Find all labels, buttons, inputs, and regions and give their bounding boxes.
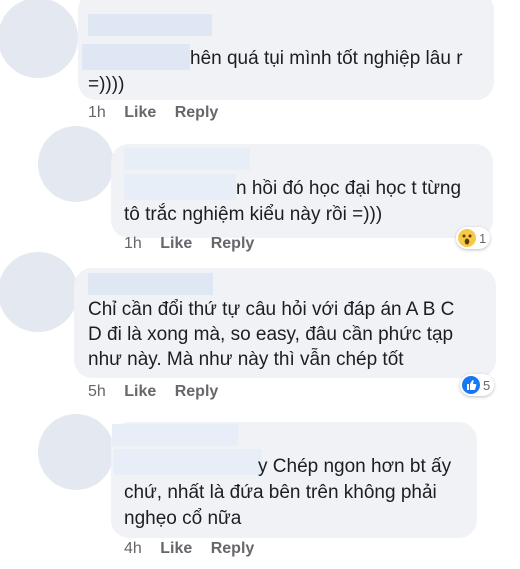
redacted-text [124,174,236,200]
comment-text-line: D đi là xong mà, so easy, đâu cần phức t… [88,324,454,345]
comment-text-line: như này. Mà như này thì vẫn chép tốt [88,349,404,370]
redacted-name [88,14,212,36]
like-link[interactable]: Like [124,383,156,400]
comment-text-line: hên quá tụi mình tốt nghiệp lâu r [190,48,463,69]
comment-text-line: =)))) [88,74,125,95]
reply-link[interactable]: Reply [175,383,219,400]
avatar[interactable] [38,126,114,202]
like-link[interactable]: Like [124,104,156,121]
wow-reaction-icon [458,229,476,247]
comment-time[interactable]: 1h [124,235,142,252]
reaction-count: 5 [483,377,491,393]
comment-actions: 1h Like Reply [88,104,232,122]
redacted-name [112,424,238,446]
comment-time[interactable]: 5h [88,383,106,400]
comment-text-line: y Chép ngon hơn bt ấy [258,456,452,477]
redacted-name [124,148,250,170]
comment-text-line: n hồi đó học đại học t từng [236,178,462,199]
like-reaction-icon [462,376,480,394]
redacted-text [114,449,262,475]
like-link[interactable]: Like [160,540,192,557]
comment-text-line: chứ, nhất là đứa bên trên không phải [124,482,437,503]
comment-actions: 1h Like Reply [124,235,268,253]
reply-link[interactable]: Reply [211,235,255,252]
comment-text-line: Chỉ cần đổi thứ tự câu hỏi với đáp án A … [88,299,455,320]
reaction-badge[interactable]: 1 [456,227,491,249]
comment-time[interactable]: 1h [88,104,106,121]
comment-time[interactable]: 4h [124,540,142,557]
reply-link[interactable]: Reply [211,540,255,557]
comment-actions: 5h Like Reply [88,383,232,401]
reply-link[interactable]: Reply [175,104,219,121]
comment-actions: 4h Like Reply [124,540,268,558]
comment-text-line: nghẹo cổ nữa [124,508,242,529]
avatar[interactable] [38,414,114,490]
redacted-name [88,273,213,295]
avatar[interactable] [0,252,78,332]
reaction-badge[interactable]: 5 [460,374,495,396]
comment-text-line: tô trắc nghiệm kiểu này rồi =))) [124,204,383,225]
reaction-count: 1 [479,230,487,246]
avatar[interactable] [0,0,78,78]
redacted-text [82,44,190,70]
like-link[interactable]: Like [160,235,192,252]
